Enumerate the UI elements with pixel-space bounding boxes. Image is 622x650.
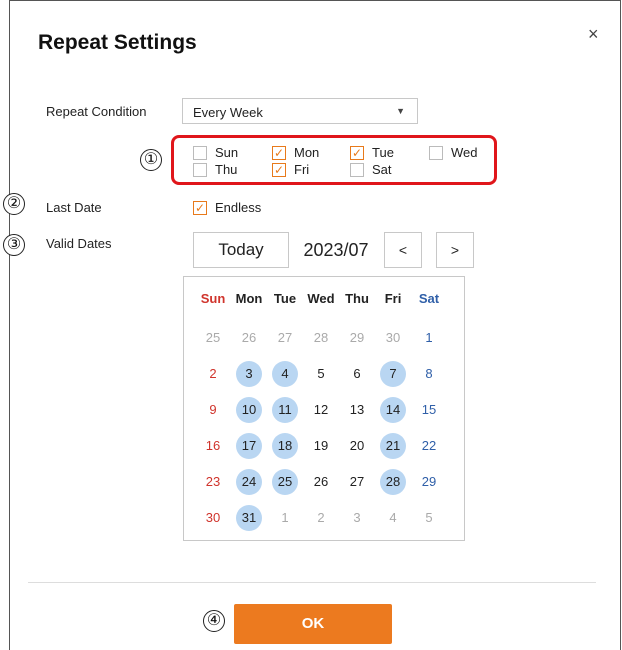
calendar-day[interactable]: 27 <box>344 469 370 495</box>
calendar-day[interactable]: 27 <box>272 325 298 351</box>
weekday-label: Fri <box>294 162 310 177</box>
calendar-day[interactable]: 21 <box>380 433 406 459</box>
valid-dates-label: Valid Dates <box>46 236 112 251</box>
calendar-day[interactable]: 22 <box>416 433 442 459</box>
endless-label: Endless <box>215 200 262 215</box>
next-month-button[interactable]: > <box>436 232 474 268</box>
calendar-day[interactable]: 25 <box>200 325 226 351</box>
weekday-checkbox-sat[interactable]: Sat <box>350 162 392 177</box>
weekday-label: Sat <box>372 162 392 177</box>
calendar-day[interactable]: 26 <box>308 469 334 495</box>
last-date-label: Last Date <box>46 200 102 215</box>
calendar-day[interactable]: 1 <box>272 505 298 531</box>
dialog-title: Repeat Settings <box>38 31 197 54</box>
repeat-condition-select[interactable]: Every Week ▼ <box>182 98 418 124</box>
checkbox-check-icon: ✓ <box>193 201 207 215</box>
calendar-day[interactable]: 19 <box>308 433 334 459</box>
repeat-condition-label: Repeat Condition <box>46 104 147 119</box>
calendar-day[interactable]: 4 <box>380 505 406 531</box>
checkbox-empty-icon <box>193 146 207 160</box>
weekday-header: Sun <box>200 291 226 306</box>
calendar-month-label: 2023/07 <box>303 240 369 260</box>
calendar-day[interactable]: 28 <box>380 469 406 495</box>
weekday-label: Sun <box>215 145 239 160</box>
calendar-day[interactable]: 2 <box>308 505 334 531</box>
calendar-day[interactable]: 12 <box>308 397 334 423</box>
weekday-header: Tue <box>273 291 297 306</box>
calendar-day[interactable]: 17 <box>236 433 262 459</box>
calendar-day[interactable]: 7 <box>380 361 406 387</box>
calendar-day[interactable]: 30 <box>200 505 226 531</box>
calendar-day[interactable]: 11 <box>272 397 298 423</box>
calendar-day[interactable]: 24 <box>236 469 262 495</box>
checkbox-empty-icon <box>193 163 207 177</box>
calendar-day[interactable]: 8 <box>416 361 442 387</box>
checkbox-check-icon: ✓ <box>272 163 286 177</box>
weekday-checkbox-thu[interactable]: Thu <box>193 162 237 177</box>
calendar-day[interactable]: 10 <box>236 397 262 423</box>
weekday-label: Wed <box>451 145 478 160</box>
weekday-checkbox-wed[interactable]: Wed <box>429 145 478 160</box>
calendar-day[interactable]: 13 <box>344 397 370 423</box>
callout-1: ① <box>140 149 162 171</box>
calendar-grid: Sun Mon Tue Wed Thu Fri Sat 25 26 27 28 29 30 1 2 3 4 5 6 7… <box>183 276 465 541</box>
endless-checkbox[interactable]: ✓ Endless <box>193 200 261 215</box>
weekday-checkbox-tue[interactable]: ✓ Tue <box>350 145 394 160</box>
weekday-checkbox-fri[interactable]: ✓ Fri <box>272 162 309 177</box>
repeat-condition-value: Every Week <box>193 105 263 120</box>
calendar-day[interactable]: 18 <box>272 433 298 459</box>
calendar-day[interactable]: 5 <box>416 505 442 531</box>
weekday-label: Thu <box>215 162 238 177</box>
weekday-checkbox-sun[interactable]: Sun <box>193 145 238 160</box>
weekday-checkbox-mon[interactable]: ✓ Mon <box>272 145 319 160</box>
calendar-day[interactable]: 28 <box>308 325 334 351</box>
calendar-day[interactable]: 9 <box>200 397 226 423</box>
calendar-day[interactable]: 3 <box>236 361 262 387</box>
calendar-day[interactable]: 23 <box>200 469 226 495</box>
calendar-day[interactable]: 15 <box>416 397 442 423</box>
weekday-header: Fri <box>384 291 402 306</box>
today-button[interactable]: Today <box>193 232 289 268</box>
checkbox-check-icon: ✓ <box>350 146 364 160</box>
weekday-label: Mon <box>294 145 320 160</box>
weekday-header: Thu <box>345 291 369 306</box>
close-icon[interactable]: × <box>588 25 599 43</box>
weekday-header: Mon <box>235 291 263 306</box>
calendar-day[interactable]: 20 <box>344 433 370 459</box>
calendar-day[interactable]: 6 <box>344 361 370 387</box>
prev-month-button[interactable]: < <box>384 232 422 268</box>
checkbox-empty-icon <box>350 163 364 177</box>
calendar-day[interactable]: 30 <box>380 325 406 351</box>
calendar-day[interactable]: 1 <box>416 325 442 351</box>
weekday-header: Sat <box>418 291 440 306</box>
calendar-day[interactable]: 2 <box>200 361 226 387</box>
calendar-day[interactable]: 5 <box>308 361 334 387</box>
weekday-highlight-box <box>171 135 497 185</box>
weekday-header: Wed <box>307 291 335 306</box>
calendar-day[interactable]: 31 <box>236 505 262 531</box>
calendar-day[interactable]: 29 <box>416 469 442 495</box>
calendar-day[interactable]: 4 <box>272 361 298 387</box>
calendar-day[interactable]: 25 <box>272 469 298 495</box>
callout-2: ② <box>3 193 25 215</box>
callout-3: ③ <box>3 234 25 256</box>
calendar-day[interactable]: 14 <box>380 397 406 423</box>
weekday-label: Tue <box>372 145 394 160</box>
checkbox-empty-icon <box>429 146 443 160</box>
calendar-day[interactable]: 26 <box>236 325 262 351</box>
ok-button[interactable]: OK <box>234 604 392 644</box>
chevron-down-icon: ▼ <box>396 106 405 116</box>
checkbox-check-icon: ✓ <box>272 146 286 160</box>
calendar-day[interactable]: 16 <box>200 433 226 459</box>
calendar-day[interactable]: 29 <box>344 325 370 351</box>
footer-divider <box>28 582 596 583</box>
calendar-day[interactable]: 3 <box>344 505 370 531</box>
callout-4: ④ <box>203 610 225 632</box>
